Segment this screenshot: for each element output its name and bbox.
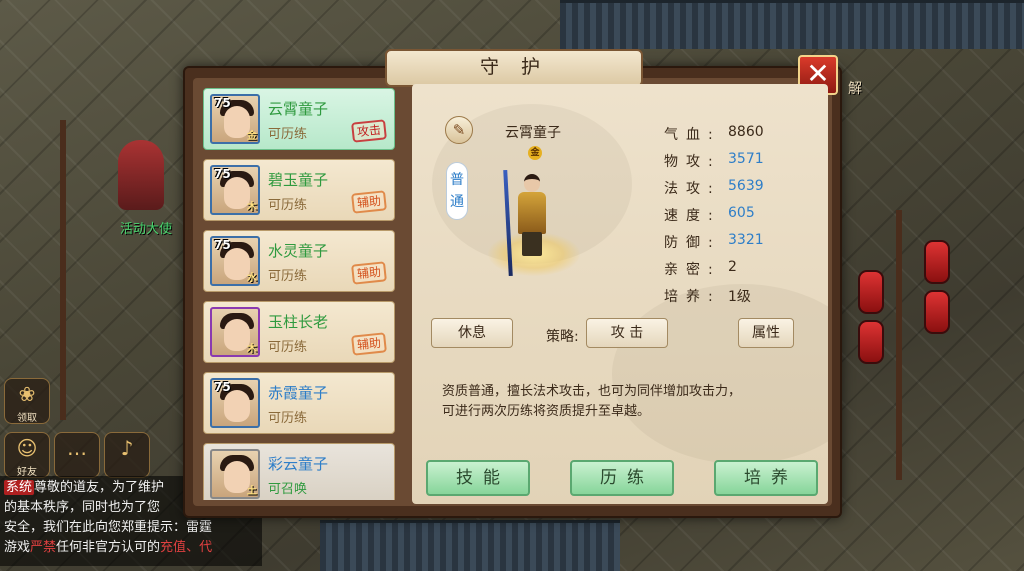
roof-tiles — [560, 0, 1024, 49]
role-stamp: 辅助 — [351, 190, 387, 214]
guardian-item[interactable]: 75 赤霞童子 可历练 — [203, 372, 395, 434]
stat-value-magic-attack: 5639 — [728, 178, 764, 194]
guardian-item[interactable]: 75 木 碧玉童子 可历练 辅助 — [203, 159, 395, 221]
attributes-button[interactable]: 属性 — [738, 318, 794, 348]
guardian-portrait: 75 — [210, 378, 260, 428]
dialog-title: 守 护 — [385, 49, 643, 87]
stat-label-speed: 速度: — [664, 208, 721, 224]
lantern-pole — [896, 210, 902, 480]
stat-value-speed: 605 — [728, 205, 755, 221]
guardian-status: 可历练 — [268, 269, 308, 284]
lantern-decoration — [858, 320, 884, 364]
microphone-icon: ♪ — [120, 436, 134, 460]
lantern-decoration — [924, 240, 950, 284]
handshake-icon: ☺ — [16, 436, 38, 460]
npc-name-label[interactable]: 活动大使 — [120, 218, 172, 237]
chat-line: 游戏严禁任何非官方认可的充值、代 — [4, 540, 213, 555]
guardian-name: 云霄童子 — [268, 100, 329, 118]
cultivate-button[interactable]: 培养 — [714, 460, 818, 496]
right-hint-text: 解 — [848, 81, 862, 97]
stat-label-hp: 气血: — [664, 127, 721, 143]
activity-npc[interactable] — [118, 140, 164, 210]
guardian-status: 可召唤 — [268, 482, 308, 497]
guardian-portrait: 木 — [210, 307, 260, 357]
guardian-name: 碧玉童子 — [268, 171, 329, 189]
stat-value-phys-attack: 3571 — [728, 151, 764, 167]
friends-button[interactable]: ☺ 好友 — [4, 432, 50, 478]
role-stamp: 辅助 — [351, 261, 387, 285]
description-line: 可进行两次历练将资质提升至卓越。 — [442, 404, 651, 419]
hero-name: 云霄童子 — [505, 125, 561, 141]
guardian-status: 可历练 — [268, 198, 308, 213]
chat-bubble-button[interactable]: … — [54, 432, 100, 478]
guardian-name: 玉柱长老 — [268, 313, 329, 331]
stat-label-phys-attack: 物攻: — [664, 154, 721, 170]
gift-icon: ❀ — [18, 382, 36, 406]
strategy-select[interactable]: 攻 击 — [586, 318, 668, 348]
role-stamp: 攻击 — [351, 119, 387, 143]
chat-line: 安全，我们在此向您郑重提示：雷霆 — [4, 520, 213, 535]
guardian-item[interactable]: 木 玉柱长老 可历练 辅助 — [203, 301, 395, 363]
pencil-icon: ✎ — [452, 121, 466, 139]
guardian-item[interactable]: 75 金 云霄童子 可历练 攻击 — [203, 88, 395, 150]
role-stamp: 辅助 — [351, 332, 387, 356]
strategy-label: 策略: — [546, 329, 579, 345]
rename-button[interactable]: ✎ — [445, 116, 473, 144]
stat-value-cultivation: 1级 — [728, 289, 751, 305]
skills-button[interactable]: 技能 — [426, 460, 530, 496]
flag-pole — [60, 120, 66, 420]
stat-label-defense: 防御: — [664, 235, 721, 251]
guardian-portrait: 土 — [210, 449, 260, 499]
chat-bubble-icon: … — [67, 436, 87, 460]
guardian-item[interactable]: 土 彩云童子 可召唤 — [203, 443, 395, 500]
system-tag: 系统 — [4, 480, 35, 495]
stat-label-magic-attack: 法攻: — [664, 181, 721, 197]
guardian-portrait: 75 金 — [210, 94, 260, 144]
lantern-decoration — [924, 290, 950, 334]
hero-figure — [514, 174, 550, 258]
stat-value-hp: 8860 — [728, 124, 764, 140]
guardian-status: 可历练 — [268, 340, 308, 355]
stat-label-cultivation: 培养: — [664, 289, 721, 305]
lantern-decoration — [858, 270, 884, 314]
train-button[interactable]: 历练 — [570, 460, 674, 496]
guardian-detail-panel — [412, 84, 828, 504]
guardian-status: 可历练 — [268, 127, 308, 142]
claim-button[interactable]: ❀ 领取 — [4, 378, 50, 424]
stat-value-defense: 3321 — [728, 232, 764, 248]
description-line: 资质普通，擅长法术攻击，也可为同伴增加攻击力， — [442, 384, 742, 399]
guardian-name: 赤霞童子 — [268, 384, 329, 402]
rest-button[interactable]: 休息 — [431, 318, 513, 348]
stat-label-intimacy: 亲密: — [664, 262, 721, 278]
guardian-item[interactable]: 75 水 水灵童子 可历练 辅助 — [203, 230, 395, 292]
quality-badge: 普通 — [446, 162, 468, 220]
roof-tiles-lower — [320, 520, 620, 571]
element-badge: 金 — [528, 146, 542, 160]
guardian-list[interactable]: 75 金 云霄童子 可历练 攻击 75 木 碧玉童子 可历练 辅助 75 水 水灵童子… — [199, 84, 401, 500]
voice-button[interactable]: ♪ — [104, 432, 150, 478]
stat-value-intimacy: 2 — [728, 259, 737, 275]
guardian-status: 可历练 — [268, 411, 308, 426]
guardian-portrait: 75 木 — [210, 165, 260, 215]
claim-label: 领取 — [17, 413, 37, 424]
guardian-portrait: 75 水 — [210, 236, 260, 286]
guardian-name: 水灵童子 — [268, 242, 329, 260]
guardian-name: 彩云童子 — [268, 455, 329, 473]
guardian-description: 资质普通，擅长法术攻击，也可为同伴增加攻击力， 可进行两次历练将资质提升至卓越。 — [442, 382, 812, 422]
